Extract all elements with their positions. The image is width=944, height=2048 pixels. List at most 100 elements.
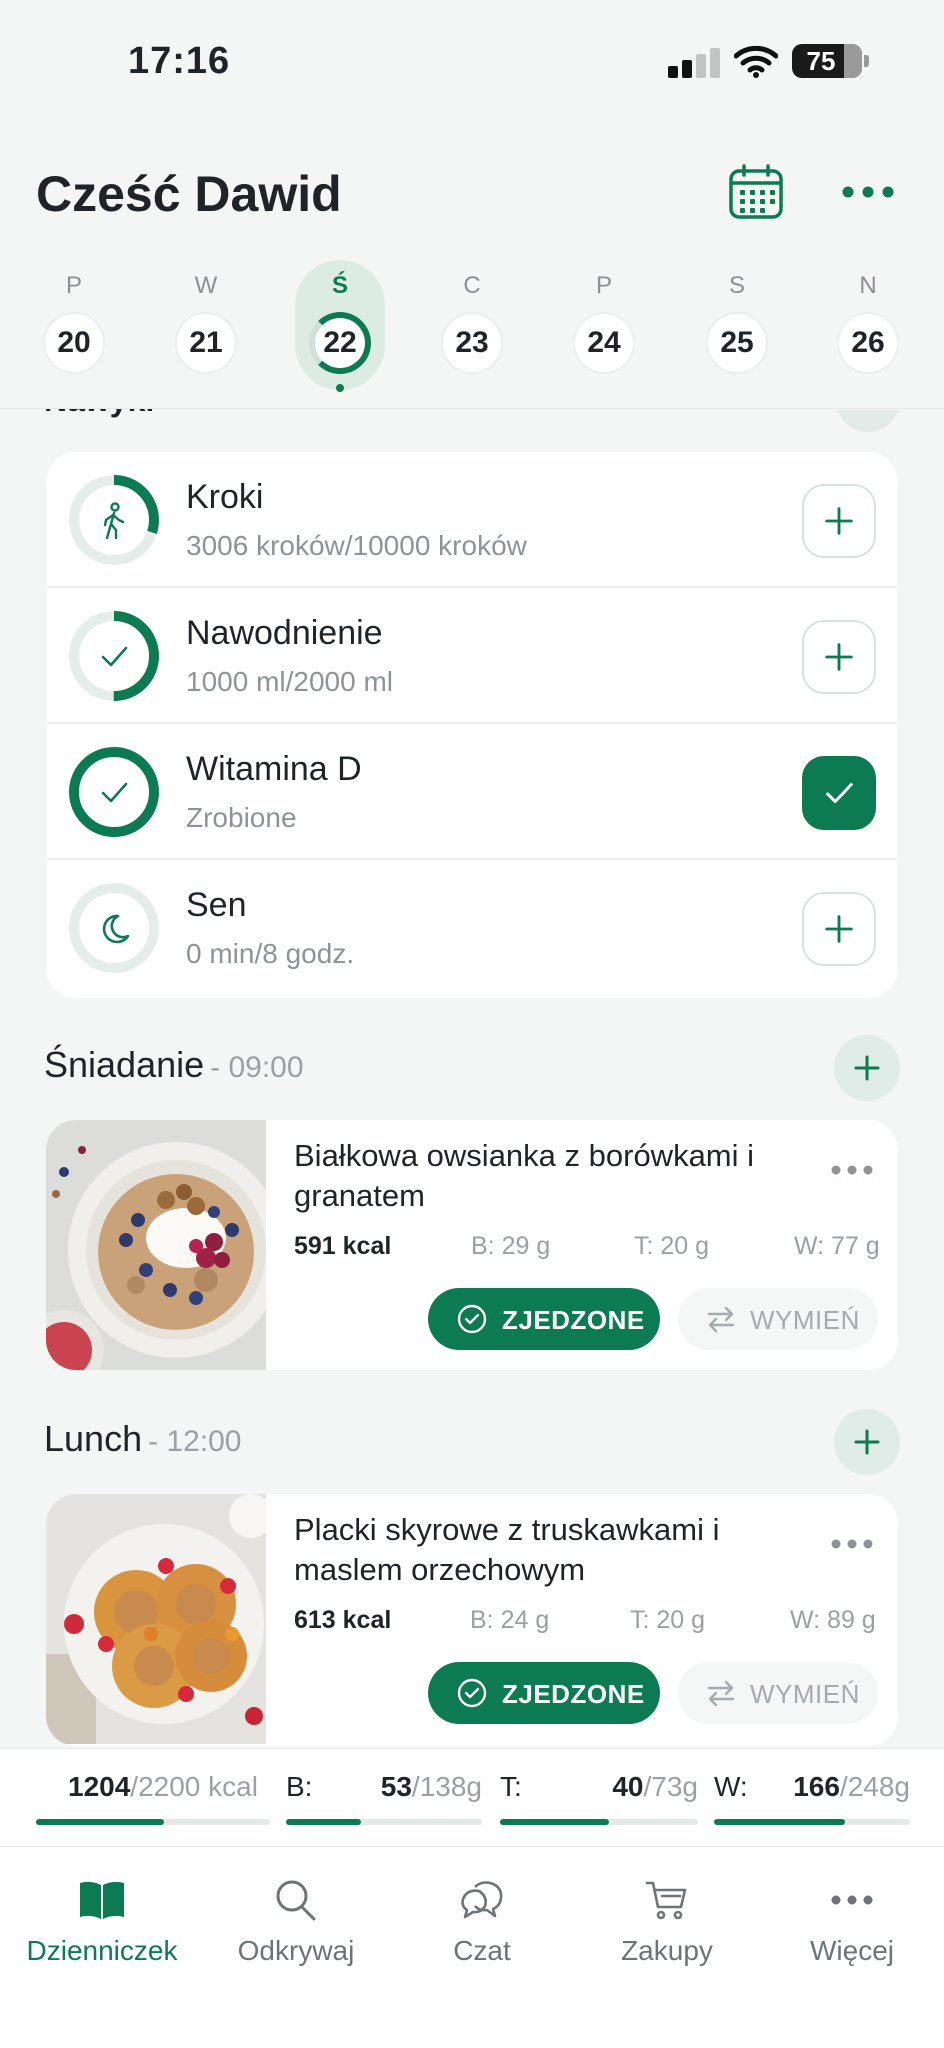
- nav-odkrywaj[interactable]: Odkrywaj: [206, 1867, 386, 1987]
- habit-row[interactable]: Kroki 3006 kroków/10000 kroków: [46, 452, 898, 588]
- check-icon: [101, 782, 128, 803]
- meal-title: Białkowa owsianka z borówkami i granatem: [294, 1138, 755, 1213]
- add-habit-progress-button[interactable]: [802, 484, 876, 558]
- meal-fat: T: 20 g: [634, 1232, 710, 1260]
- swap-icon: [707, 1306, 735, 1333]
- carbs-value: 166: [793, 1771, 840, 1802]
- add-meal-button[interactable]: [834, 1409, 900, 1475]
- meal-card[interactable]: Placki skyrowe z truskawkami i maslem or…: [46, 1494, 898, 1746]
- eaten-label: ZJEDZONE: [502, 1305, 645, 1335]
- check-icon: [101, 646, 128, 667]
- habit-progress-text: Zrobione: [186, 802, 297, 833]
- check-circle-icon: [457, 1304, 487, 1334]
- carbs-summary: W: 166/248g: [714, 1771, 910, 1831]
- meal-section-name: Śniadanie: [44, 1044, 205, 1085]
- eaten-button[interactable]: ZJEDZONE: [428, 1288, 660, 1350]
- swap-button[interactable]: WYMIEŃ: [678, 1288, 878, 1350]
- nav-label: Dzienniczek: [26, 1935, 178, 1966]
- calendar-button[interactable]: [728, 164, 784, 220]
- protein-summary: B: 53/138g: [286, 1771, 482, 1831]
- fat-total: /73g: [643, 1771, 699, 1802]
- meal-protein: B: 29 g: [471, 1232, 551, 1260]
- protein-label: B:: [286, 1771, 313, 1802]
- battery-icon: 75: [792, 44, 862, 78]
- status-time: 17:16: [128, 40, 231, 82]
- day-number: 26: [837, 312, 899, 374]
- swap-icon: [707, 1680, 735, 1707]
- protein-value: 53: [380, 1771, 412, 1802]
- meal-section-time: - 09:00: [210, 1051, 304, 1084]
- nav-label: Więcej: [809, 1935, 894, 1966]
- add-habit-progress-button[interactable]: [802, 620, 876, 694]
- carbs-label: W:: [714, 1771, 748, 1802]
- pancakes-image: [46, 1494, 266, 1744]
- book-icon: [80, 1881, 124, 1919]
- swap-label: WYMIEŃ: [750, 1679, 860, 1709]
- eaten-button[interactable]: ZJEDZONE: [428, 1662, 660, 1724]
- habit-done-checkbox[interactable]: [802, 756, 876, 830]
- nav-dzienniczek[interactable]: Dzienniczek: [12, 1867, 192, 1987]
- wifi-icon: [734, 45, 778, 78]
- kcal-total: /2200 kcal: [130, 1771, 258, 1802]
- walking-icon: [103, 502, 125, 540]
- nav-label: Zakupy: [621, 1935, 713, 1966]
- cellular-signal-icon: [668, 48, 720, 78]
- day-number: 23: [441, 312, 503, 374]
- bottom-nav: Dzienniczek Odkrywaj Czat Zakupy Więcej: [0, 1846, 944, 2048]
- moon-icon: [102, 914, 130, 944]
- day-item[interactable]: P 24: [559, 260, 649, 390]
- add-meal-button[interactable]: [834, 1035, 900, 1101]
- habit-row[interactable]: Nawodnienie 1000 ml/2000 ml: [46, 588, 898, 724]
- meal-section-time: - 12:00: [148, 1425, 242, 1458]
- habit-progress-text: 1000 ml/2000 ml: [186, 666, 394, 697]
- swap-button[interactable]: WYMIEŃ: [678, 1662, 878, 1724]
- protein-total: /138g: [411, 1771, 482, 1802]
- habit-name: Nawodnienie: [186, 614, 383, 652]
- meal-more-button[interactable]: [828, 1160, 876, 1180]
- meal-section-title: Lunch - 12:00: [44, 1418, 242, 1460]
- oatmeal-image: [46, 1120, 266, 1370]
- day-name: P: [595, 272, 612, 299]
- nav-label: Czat: [453, 1935, 511, 1966]
- day-name: W: [194, 272, 218, 299]
- add-habit-progress-button[interactable]: [802, 892, 876, 966]
- fat-summary: T: 40/73g: [500, 1771, 698, 1831]
- battery-level: 75: [806, 46, 836, 76]
- check-circle-icon: [457, 1678, 487, 1708]
- nav-wiecej[interactable]: Więcej: [762, 1867, 942, 1987]
- day-number: 22: [309, 312, 371, 374]
- meal-section-name: Lunch: [44, 1418, 143, 1459]
- meal-card[interactable]: Białkowa owsianka z borówkami i granatem…: [46, 1120, 898, 1370]
- carbs-progress-bar: [714, 1819, 910, 1825]
- day-item[interactable]: C 23: [427, 260, 517, 390]
- chat-icon: [461, 1881, 503, 1919]
- header-divider: [0, 408, 944, 409]
- kcal-progress-bar: [36, 1819, 270, 1825]
- meal-more-button[interactable]: [828, 1534, 876, 1554]
- day-item[interactable]: W 21: [161, 260, 251, 390]
- more-options-button[interactable]: [838, 170, 898, 214]
- habit-row[interactable]: Sen 0 min/8 godz.: [46, 860, 898, 996]
- day-item[interactable]: P 20: [29, 260, 119, 390]
- habit-name: Sen: [186, 886, 247, 924]
- carbs-total: /248g: [839, 1771, 910, 1802]
- day-name: C: [463, 272, 481, 299]
- nav-zakupy[interactable]: Zakupy: [577, 1867, 757, 1987]
- meal-kcal: 591 kcal: [294, 1232, 392, 1260]
- cart-icon: [645, 1881, 687, 1920]
- more-icon: [831, 1895, 873, 1905]
- nav-czat[interactable]: Czat: [392, 1867, 572, 1987]
- day-item[interactable]: S 25: [692, 260, 782, 390]
- day-item-selected[interactable]: Ś 22: [295, 260, 385, 392]
- macro-summary-bar: 1204/2200 kcal B: 53/138g T: 40/73g W: 1…: [0, 1748, 944, 1846]
- today-dot: [336, 384, 344, 392]
- habit-progress-text: 3006 kroków/10000 kroków: [186, 530, 527, 561]
- habit-progress-text: 0 min/8 godz.: [186, 938, 355, 969]
- day-number: 24: [573, 312, 635, 374]
- habit-row[interactable]: Witamina D Zrobione: [46, 724, 898, 860]
- habit-name: Kroki: [186, 478, 264, 516]
- day-item[interactable]: N 26: [823, 260, 913, 390]
- day-name: S: [728, 272, 745, 299]
- status-bar: 17:16 75: [0, 0, 944, 120]
- day-name: Ś: [331, 272, 348, 299]
